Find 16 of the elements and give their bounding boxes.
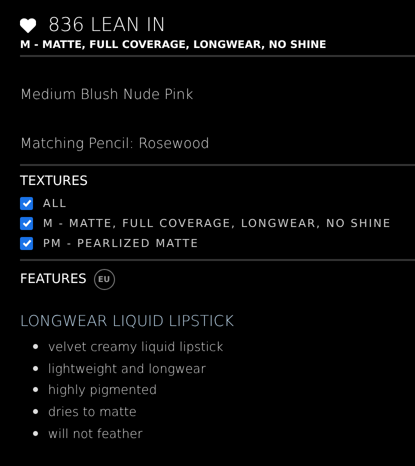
- feature-text: highly pigmented: [48, 382, 157, 398]
- checkbox-label[interactable]: M - MATTE, FULL COVERAGE, LONGWEAR, NO SHINE: [43, 216, 392, 230]
- feature-text: velvet creamy liquid lipstick: [48, 339, 224, 354]
- section-title: FEATURES: [20, 272, 87, 287]
- feature-text: will not feather: [48, 426, 142, 441]
- detail-text: Matching Pencil: Rosewood: [20, 136, 210, 152]
- heart-icon[interactable]: [20, 18, 36, 32]
- section-title: TEXTURES: [20, 174, 89, 189]
- checkbox-label[interactable]: PM - PEARLIZED MATTE: [43, 236, 200, 250]
- feature-text: lightweight and longwear: [48, 360, 206, 376]
- texture-subtitle: M - MATTE, FULL COVERAGE, LONGWEAR, NO SHINE: [20, 39, 415, 57]
- checkbox-label[interactable]: ALL: [43, 196, 67, 210]
- product-name: 836 LEAN IN: [48, 14, 166, 36]
- detail-text: Medium Blush Nude Pink: [20, 87, 194, 103]
- product-type-title: LONGWEAR LIQUID LIPSTICK: [20, 312, 235, 330]
- feature-text: dries to matte: [48, 404, 137, 420]
